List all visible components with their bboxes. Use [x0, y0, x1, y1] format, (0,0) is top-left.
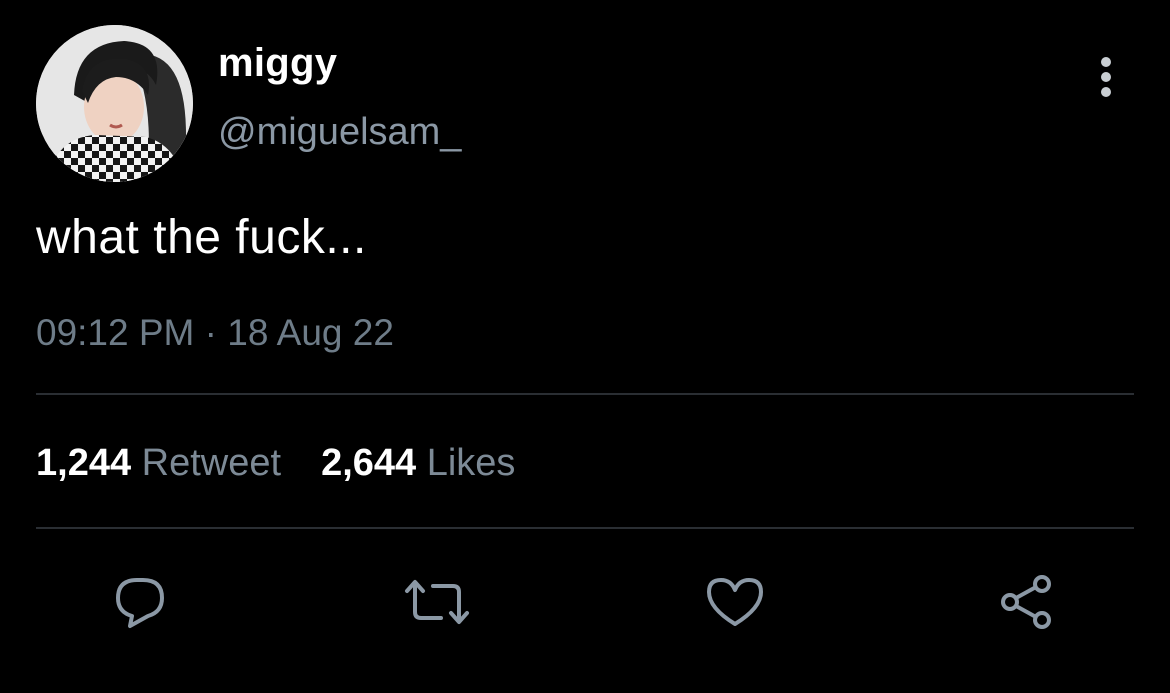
like-icon: [707, 578, 763, 626]
user-handle[interactable]: @miguelsam_: [218, 110, 461, 154]
more-options-icon[interactable]: [1093, 55, 1121, 99]
like-button[interactable]: [705, 572, 765, 632]
avatar[interactable]: [36, 25, 193, 182]
share-button[interactable]: [998, 572, 1058, 632]
reply-button[interactable]: [110, 572, 170, 632]
retweets-label: Retweet: [141, 442, 282, 484]
divider-bottom: [36, 527, 1134, 529]
likes-stat[interactable]: 2,644 Likes: [321, 442, 515, 484]
divider-top: [36, 393, 1134, 395]
retweets-stat[interactable]: 1,244 Retweet: [36, 442, 281, 484]
retweet-icon: [405, 580, 469, 624]
share-icon: [1001, 575, 1051, 629]
retweets-count: 1,244: [36, 442, 132, 484]
avatar-image: [36, 25, 193, 182]
likes-count: 2,644: [321, 442, 417, 484]
tweet-text: what the fuck...: [36, 211, 367, 264]
reply-icon: [116, 578, 164, 628]
retweet-button[interactable]: [403, 572, 469, 632]
timestamp-separator: ·: [194, 312, 228, 353]
tweet-timestamp[interactable]: 09:12 PM · 18 Aug 22: [36, 310, 394, 356]
tweet-time: 09:12 PM: [36, 312, 195, 353]
likes-label: Likes: [426, 442, 516, 484]
engagement-stats: 1,244 Retweet 2,644 Likes: [36, 440, 515, 486]
tweet-date: 18 Aug 22: [227, 312, 394, 353]
tweet: miggy @miguelsam_ what the fuck... 09:12…: [0, 0, 1170, 693]
display-name[interactable]: miggy: [218, 40, 337, 86]
